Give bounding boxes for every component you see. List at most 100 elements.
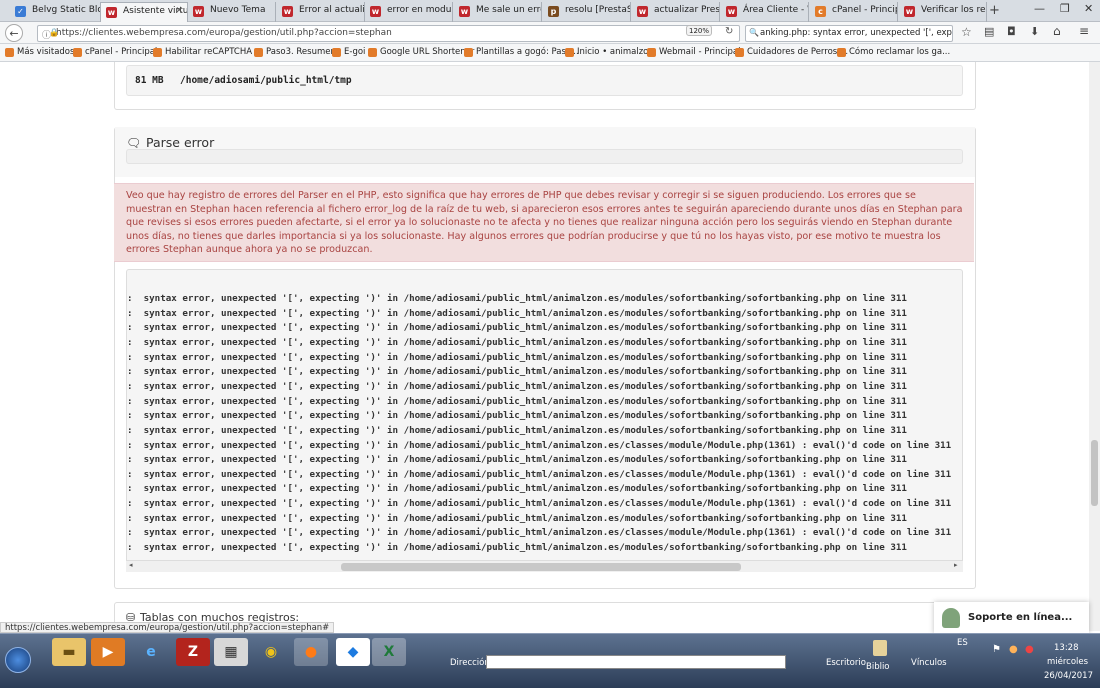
navigation-bar: ← ⓘ 🔒 https://clientes.webempresa.com/eu…: [0, 22, 1100, 44]
bookmark-item[interactable]: Plantillas a gogó: Pasc...: [464, 47, 579, 57]
tab-label: Área Cliente - We: [743, 5, 808, 15]
calculator-icon[interactable]: ▦: [214, 638, 248, 666]
error-log-line: : syntax error, unexpected '[', expectin…: [127, 498, 952, 510]
error-log-line: : syntax error, unexpected '[', expectin…: [127, 293, 907, 304]
bug-icon: 🗨: [126, 136, 142, 150]
filezilla-icon[interactable]: Z: [176, 638, 210, 666]
tab-cpanel[interactable]: c cPanel - Principal: [810, 2, 898, 22]
favicon-icon: w: [193, 6, 204, 17]
library-icon[interactable]: [873, 640, 887, 656]
tab-actualizar-prestashop[interactable]: w actualizar Prestas: [632, 2, 720, 22]
tab-nuevo-tema[interactable]: w Nuevo Tema: [188, 2, 276, 22]
error-log-line: : syntax error, unexpected '[', expectin…: [127, 483, 907, 495]
bookmark-item[interactable]: Cuidadores de Perros ...: [735, 47, 848, 57]
vinculos-label[interactable]: Vínculos: [911, 658, 947, 668]
bookmarks-bar: Más visitados cPanel - Principal Habilit…: [0, 44, 1100, 62]
new-tab-icon[interactable]: +: [989, 3, 1000, 18]
status-url: https://clientes.webempresa.com/europa/g…: [0, 622, 335, 633]
favicon-icon: w: [282, 6, 293, 17]
chrome-icon[interactable]: ◉: [254, 638, 288, 666]
support-label: Soporte en línea...: [968, 612, 1073, 623]
maximize-icon[interactable]: ❐: [1060, 2, 1070, 15]
media-player-icon[interactable]: ▶: [91, 638, 125, 666]
tray-alert-icon[interactable]: ●: [1025, 644, 1034, 655]
error-log-line: : syntax error, unexpected '[', expectin…: [127, 424, 907, 436]
star-icon[interactable]: ☆: [961, 25, 972, 39]
start-button[interactable]: [5, 647, 31, 673]
horizontal-scrollbar[interactable]: ◂ ▸: [126, 560, 963, 572]
zoom-level[interactable]: 120%: [686, 25, 712, 36]
tab-belvg[interactable]: ✓ Belvg Static Block: [10, 2, 105, 22]
direccion-label: Dirección: [450, 658, 490, 668]
favicon-icon: c: [815, 6, 826, 17]
error-log-line: : syntax error, unexpected '[', expectin…: [127, 527, 952, 539]
download-icon[interactable]: ⬇: [1030, 25, 1039, 38]
bookmark-item[interactable]: Webmail - Principal: [647, 47, 740, 57]
bookmark-item[interactable]: Más visitados: [5, 47, 74, 57]
error-log-line: : syntax error, unexpected '[', expectin…: [127, 454, 907, 466]
escritorio-label[interactable]: Escritorio: [826, 658, 866, 668]
error-log-line: : syntax error, unexpected '[', expectin…: [127, 366, 907, 378]
tab-verificar[interactable]: w Verificar los recur: [899, 2, 987, 22]
vertical-scroll-thumb[interactable]: [1091, 440, 1098, 506]
bookmark-item[interactable]: Habilitar reCAPTCHA ...: [153, 47, 263, 57]
clipboard-icon[interactable]: ▤: [984, 25, 994, 38]
network-icon[interactable]: ⚑: [992, 644, 1001, 655]
parse-error-bar: [126, 149, 963, 164]
favicon-icon: w: [904, 6, 915, 17]
home-icon[interactable]: ⌂: [1053, 24, 1061, 38]
url-input[interactable]: ⓘ 🔒 https://clientes.webempresa.com/euro…: [37, 25, 740, 42]
tab-label: actualizar Prestas: [654, 5, 720, 15]
explorer-icon[interactable]: ▬: [52, 638, 86, 666]
tab-resolu[interactable]: p resolu [PrestaSho: [543, 2, 631, 22]
bookmark-item[interactable]: Paso3. Resumen.: [254, 47, 339, 57]
menu-icon[interactable]: ≡: [1079, 24, 1089, 38]
bookmark-item[interactable]: cPanel - Principal: [73, 47, 157, 57]
reload-icon[interactable]: ↻: [725, 26, 733, 37]
browser-tab-bar: ✓ Belvg Static Block w Asistente virtu ✕ wN…: [0, 0, 1100, 22]
tmp-path: /home/adiosami/public_html/tmp: [180, 75, 352, 86]
error-log-line: : syntax error, unexpected '[', expectin…: [127, 380, 907, 392]
tab-label: resolu [PrestaSho: [565, 5, 630, 15]
error-log-line: : syntax error, unexpected '[', expectin…: [127, 542, 907, 554]
scroll-left-icon[interactable]: ◂: [129, 561, 133, 569]
pocket-icon[interactable]: ◘: [1007, 25, 1016, 38]
bookmark-item[interactable]: Google URL Shortener: [368, 47, 474, 57]
internet-explorer-icon[interactable]: e: [134, 638, 168, 666]
minimize-icon[interactable]: —: [1034, 2, 1045, 15]
clock-time[interactable]: 13:28: [1054, 643, 1079, 653]
vertical-scrollbar[interactable]: [1089, 62, 1100, 631]
bookmark-item[interactable]: Inicio • animalzon: [565, 47, 654, 57]
dropbox-icon[interactable]: ◆: [336, 638, 370, 666]
firefox-icon[interactable]: ●: [294, 638, 328, 666]
horizontal-scroll-thumb[interactable]: [341, 563, 741, 571]
scroll-right-icon[interactable]: ▸: [954, 561, 958, 569]
excel-icon[interactable]: X: [372, 638, 406, 666]
search-input[interactable]: 🔍 anking.php: syntax error, unexpected '…: [745, 25, 953, 42]
bookmark-item[interactable]: E-goi: [332, 47, 365, 57]
address-toolbar-input[interactable]: [486, 655, 786, 669]
bookmark-item[interactable]: Cómo reclamar los ga...: [837, 47, 950, 57]
tab-label: Error al actualizar: [299, 5, 365, 15]
tab-label: Verificar los recur: [921, 5, 986, 15]
error-log-box[interactable]: : syntax error, unexpected '[', expectin…: [126, 269, 963, 572]
tray-icon[interactable]: ●: [1009, 644, 1018, 655]
error-log-line: : syntax error, unexpected '[', expectin…: [127, 322, 907, 334]
tab-area-cliente[interactable]: w Área Cliente - We: [721, 2, 809, 22]
back-icon[interactable]: ←: [5, 24, 23, 42]
window-close-icon[interactable]: ✕: [1084, 2, 1093, 15]
page-content: 81 MB /home/adiosami/public_html/tmp 🗨 P…: [0, 62, 1100, 631]
close-icon[interactable]: ✕: [175, 6, 183, 16]
tmp-well: 81 MB /home/adiosami/public_html/tmp: [126, 65, 963, 96]
tab-asistente[interactable]: w Asistente virtu ✕: [100, 2, 188, 22]
tab-me-sale-error[interactable]: w Me sale un error a: [454, 2, 542, 22]
tab-error-modulos[interactable]: w error en modulos: [365, 2, 453, 22]
tab-label: Me sale un error a: [476, 5, 541, 15]
search-text: anking.php: syntax error, unexpected '['…: [760, 28, 952, 38]
error-log-line: : syntax error, unexpected '[', expectin…: [127, 410, 907, 422]
tab-error-actualizar[interactable]: w Error al actualizar: [277, 2, 365, 22]
language-indicator[interactable]: ES: [957, 638, 968, 648]
support-chat-button[interactable]: Soporte en línea...: [934, 602, 1089, 634]
tab-label: cPanel - Principal: [832, 5, 897, 15]
biblio-label[interactable]: Biblio: [866, 662, 890, 672]
